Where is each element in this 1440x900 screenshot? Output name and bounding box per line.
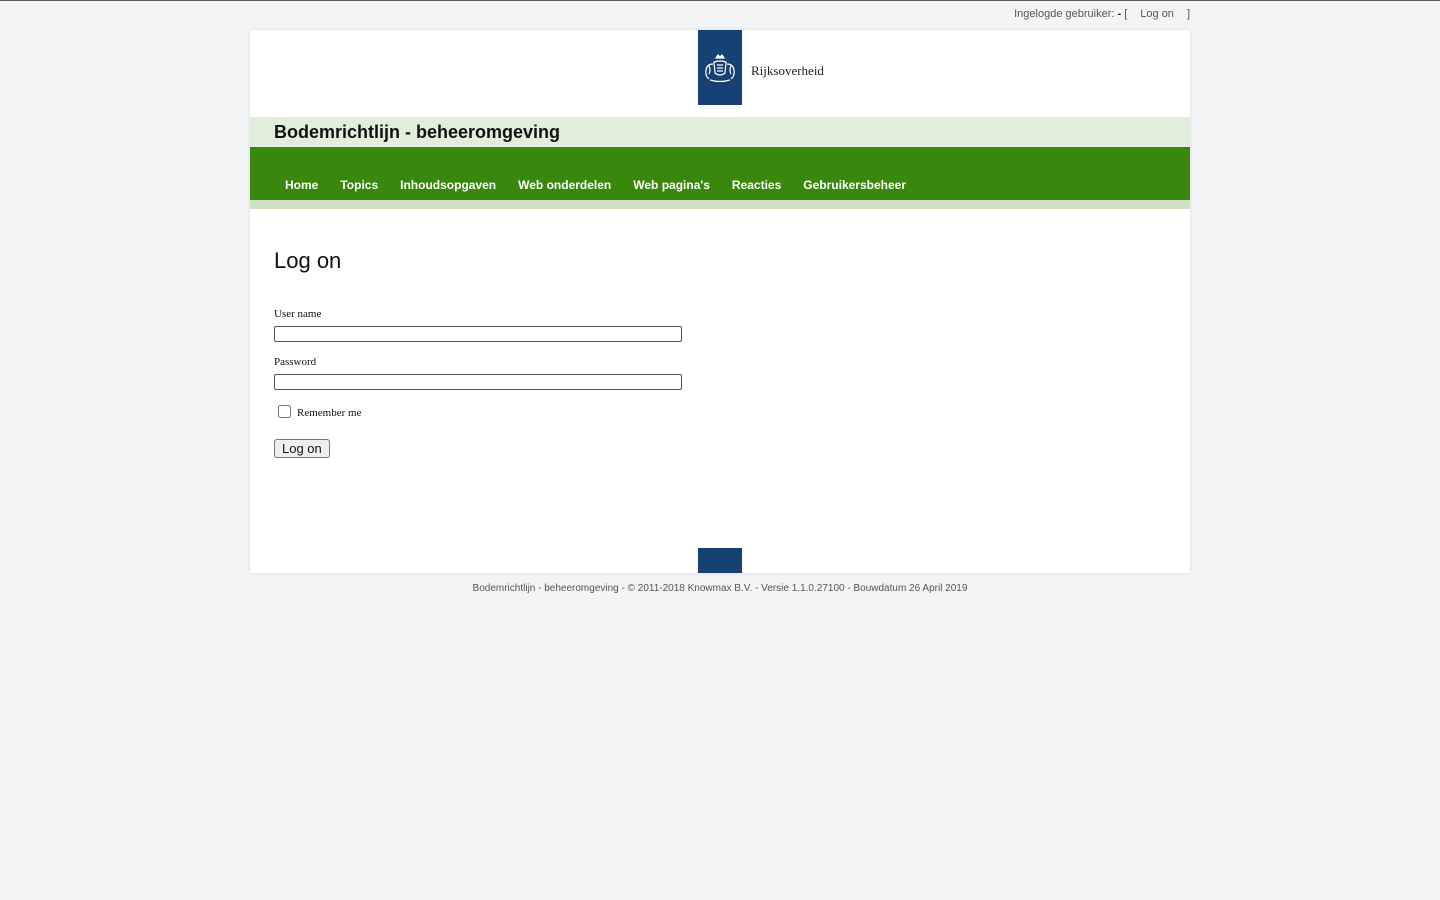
password-input[interactable] bbox=[274, 374, 682, 390]
username-label: User name bbox=[274, 308, 322, 320]
main-navigation: Home Topics Inhoudsopgaven Web onderdele… bbox=[250, 147, 1190, 200]
logon-link[interactable]: Log on bbox=[1140, 8, 1174, 20]
logon-form-section: Log on User name Password Remember me Lo… bbox=[274, 248, 682, 458]
page-container: Rijksoverheid Bodemrichtlijn - beheeromg… bbox=[250, 30, 1190, 573]
logo-text: Rijksoverheid bbox=[751, 63, 824, 78]
top-status-bar: Ingelogde gebruiker: - [ Log on] bbox=[1014, 8, 1190, 20]
nav-list: Home Topics Inhoudsopgaven Web onderdele… bbox=[274, 178, 917, 192]
remember-me-checkbox[interactable] bbox=[278, 404, 291, 418]
site-title: Bodemrichtlijn - beheeromgeving bbox=[274, 122, 561, 142]
footer-logo-block bbox=[698, 548, 742, 573]
nav-item-gebruikersbeheer[interactable]: Gebruikersbeheer bbox=[792, 178, 917, 192]
open-bracket: [ bbox=[1124, 8, 1128, 20]
remember-me-row: Remember me bbox=[274, 403, 682, 419]
page-title: Log on bbox=[274, 248, 342, 273]
remember-me-label: Remember me bbox=[297, 407, 362, 419]
logon-submit-button[interactable]: Log on bbox=[274, 439, 330, 458]
password-label: Password bbox=[274, 356, 317, 368]
nav-item-inhoudsopgaven[interactable]: Inhoudsopgaven bbox=[389, 178, 507, 192]
nav-bottom-stripe bbox=[250, 200, 1190, 209]
logged-in-user: - bbox=[1117, 8, 1122, 20]
close-bracket: ] bbox=[1186, 8, 1190, 20]
nav-item-web-onderdelen[interactable]: Web onderdelen bbox=[507, 178, 622, 192]
nav-item-web-paginas[interactable]: Web pagina's bbox=[622, 178, 721, 192]
logo-emblem bbox=[698, 30, 742, 105]
nav-item-home[interactable]: Home bbox=[274, 178, 329, 192]
username-input[interactable] bbox=[274, 326, 682, 342]
footer-text: Bodemrichtlijn - beheeromgeving - © 2011… bbox=[472, 583, 968, 594]
logged-in-label: Ingelogde gebruiker: bbox=[1014, 8, 1115, 20]
coat-of-arms-icon bbox=[705, 53, 735, 82]
site-title-band: Bodemrichtlijn - beheeromgeving bbox=[250, 117, 1190, 147]
nav-item-reacties[interactable]: Reacties bbox=[721, 178, 792, 192]
rijksoverheid-logo: Rijksoverheid bbox=[698, 30, 824, 105]
nav-item-topics[interactable]: Topics bbox=[329, 178, 389, 192]
